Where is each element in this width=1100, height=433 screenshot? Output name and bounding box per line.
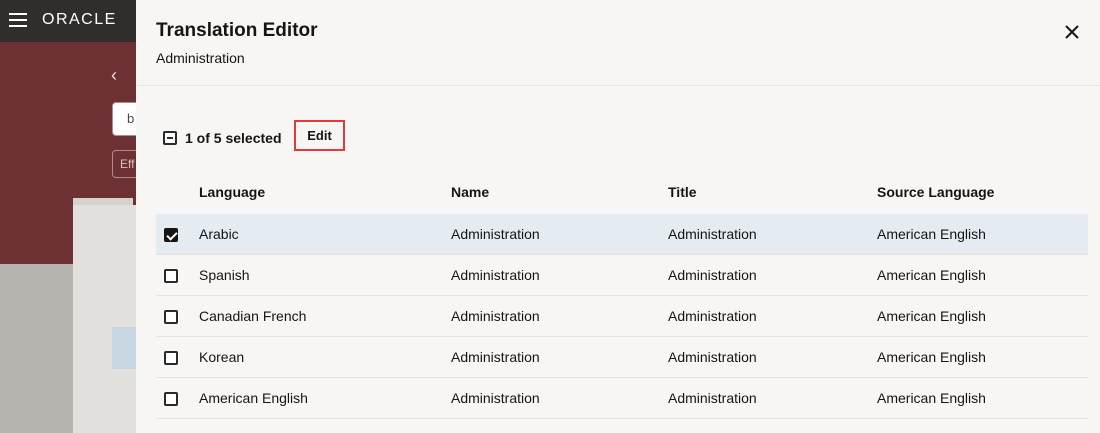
cell-source-language: American English (877, 336, 1088, 378)
row-checkbox[interactable] (164, 392, 178, 407)
column-header-language[interactable]: Language (199, 170, 451, 214)
cell-source-language: American English (877, 377, 1088, 419)
selection-toolbar: 1 of 5 selected Edit (163, 120, 463, 154)
cell-title: Administration (668, 254, 877, 296)
table-row[interactable]: Canadian French Administration Administrat… (156, 295, 1088, 337)
cell-source-language: American English (877, 295, 1088, 337)
table-row[interactable]: Korean Administration Administration Americ… (156, 336, 1088, 378)
cell-language: Canadian French (199, 295, 451, 337)
cell-name: Administration (451, 377, 668, 419)
hamburger-menu-icon[interactable] (9, 13, 27, 27)
cell-source-language: American English (877, 214, 1088, 255)
cell-title: Administration (668, 336, 877, 378)
header-checkbox-cell (156, 170, 199, 214)
cell-name: Administration (451, 254, 668, 296)
cell-source-language: American English (877, 254, 1088, 296)
background-card (73, 205, 140, 433)
translation-editor-drawer: Translation Editor Administration 1 of 5… (136, 0, 1100, 433)
translations-table: Language Name Title Source Language Arab… (156, 170, 1088, 419)
table-row[interactable]: Spanish Administration Administration Ameri… (156, 254, 1088, 296)
row-checkbox-cell (156, 295, 199, 337)
cell-title: Administration (668, 214, 877, 255)
drawer-header: Translation Editor Administration (136, 0, 1100, 86)
column-header-name[interactable]: Name (451, 170, 668, 214)
cell-name: Administration (451, 295, 668, 337)
table-header-row: Language Name Title Source Language (156, 170, 1088, 214)
column-header-title[interactable]: Title (668, 170, 877, 214)
drawer-title: Translation Editor (156, 20, 318, 41)
oracle-logo[interactable]: ORACLE (42, 11, 117, 29)
row-checkbox-cell (156, 214, 199, 255)
cell-language: Korean (199, 336, 451, 378)
cell-title: Administration (668, 377, 877, 419)
cell-name: Administration (451, 214, 668, 255)
selection-count: 1 of 5 selected (185, 130, 282, 146)
row-checkbox-cell (156, 336, 199, 378)
row-checkbox-cell (156, 377, 199, 419)
app-header: ORACLE (0, 0, 140, 42)
cell-language: Arabic (199, 214, 451, 255)
drawer-subtitle: Administration (156, 50, 245, 66)
column-header-source-language[interactable]: Source Language (877, 170, 1088, 214)
cell-language: Spanish (199, 254, 451, 296)
edit-button[interactable]: Edit (294, 120, 345, 151)
chevron-left-icon[interactable]: ‹ (111, 65, 117, 86)
cell-title: Administration (668, 295, 877, 337)
select-all-checkbox[interactable] (163, 131, 177, 145)
close-icon[interactable] (1062, 22, 1082, 42)
row-checkbox[interactable] (164, 310, 178, 325)
row-checkbox-cell (156, 254, 199, 296)
table-row[interactable]: American English Administration Administra… (156, 377, 1088, 419)
row-checkbox[interactable] (164, 228, 178, 243)
row-checkbox[interactable] (164, 351, 178, 366)
cell-language: American English (199, 377, 451, 419)
row-checkbox[interactable] (164, 269, 178, 284)
cell-name: Administration (451, 336, 668, 378)
table-row[interactable]: Arabic Administration Administration Americ… (156, 214, 1088, 255)
